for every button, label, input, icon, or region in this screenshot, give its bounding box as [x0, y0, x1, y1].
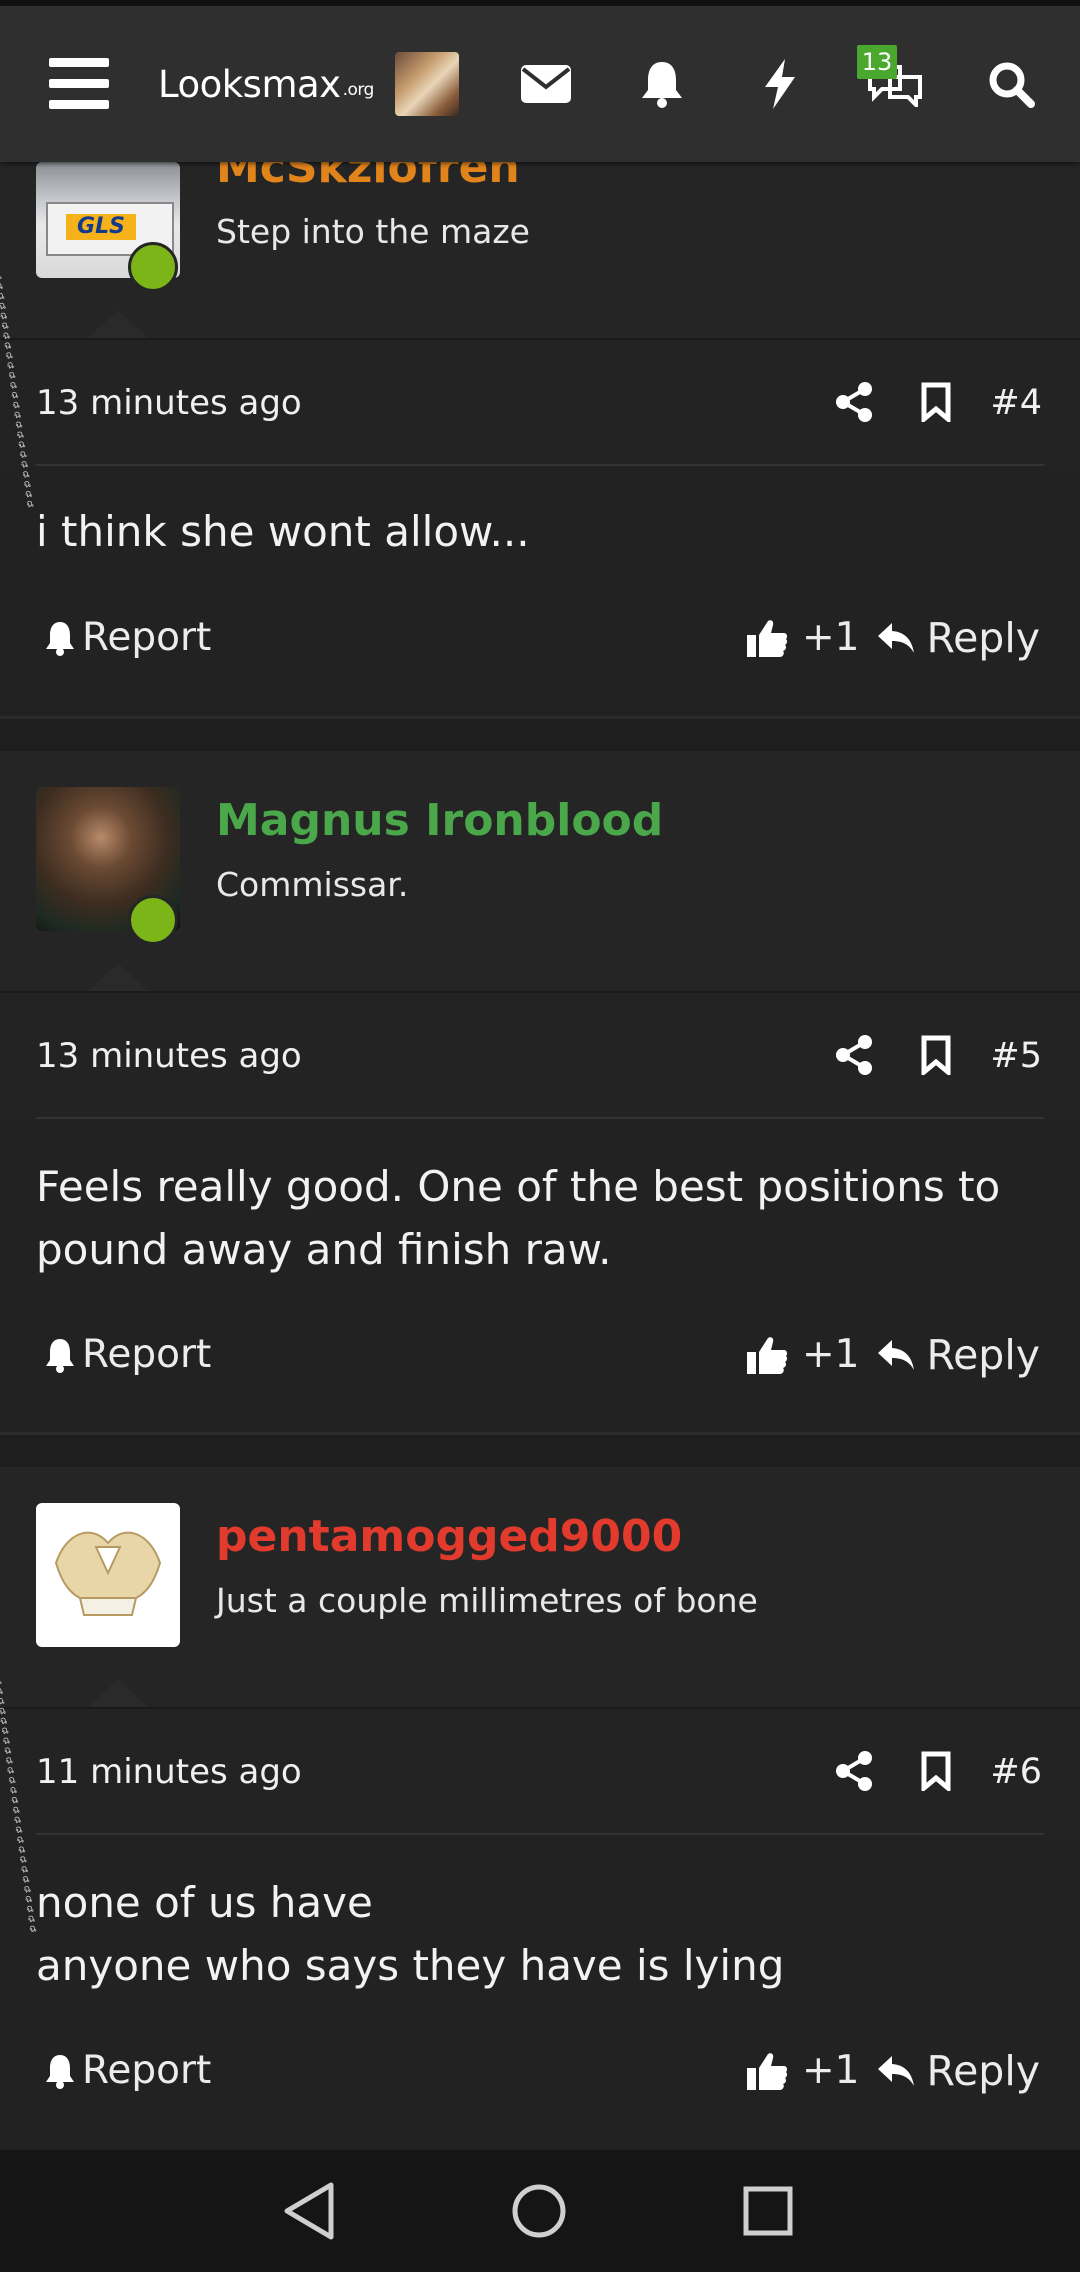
- logo-text: Looksmax: [158, 62, 341, 106]
- avatar-image: [395, 52, 459, 116]
- post-meta: 13 minutes ago #5: [0, 991, 1080, 1119]
- post-pointer: [88, 1679, 148, 1707]
- meta-divider: [36, 1833, 1044, 1835]
- post-body: none of us have anyone who says they hav…: [36, 1871, 1036, 1997]
- avatar-van-logo: GLS: [66, 214, 136, 240]
- like-count: +1: [802, 615, 860, 660]
- post-number[interactable]: #6: [990, 1709, 1042, 1835]
- post-time[interactable]: 13 minutes ago: [36, 993, 302, 1119]
- user-title: Commissar.: [216, 865, 409, 904]
- username[interactable]: pentamogged9000: [216, 1511, 682, 1562]
- thumbs-up-icon: [747, 1337, 788, 1374]
- like-count: +1: [802, 1332, 860, 1377]
- reply-icon: [878, 623, 915, 653]
- post-body-line: none of us have: [36, 1878, 373, 1927]
- post-pointer: [88, 310, 148, 338]
- post-body: Feels really good. One of the best posit…: [36, 1155, 1036, 1281]
- post-actions: Report +1 Reply: [0, 588, 1080, 688]
- thumbs-up-icon: [747, 2053, 788, 2090]
- user-avatar[interactable]: [36, 1503, 180, 1647]
- like-button[interactable]: +1: [746, 1305, 860, 1405]
- post-user-block: pentamogged9000 Just a couple millimetre…: [0, 1467, 1080, 1707]
- meta-divider: [36, 1117, 1044, 1119]
- search-icon[interactable]: [980, 6, 1042, 162]
- bell-icon: [46, 2055, 74, 2089]
- post-number[interactable]: #4: [990, 340, 1042, 466]
- conversations-badge: 13: [857, 45, 897, 79]
- site-logo[interactable]: Looksmax .org: [158, 6, 388, 162]
- reply-icon: [878, 2056, 915, 2086]
- bell-icon[interactable]: [632, 6, 692, 162]
- logo-suffix: .org: [342, 80, 375, 100]
- bookmark-icon[interactable]: [912, 1031, 960, 1079]
- top-navigation-bar: Looksmax .org 13: [0, 6, 1080, 162]
- skull-bone-image: [54, 1531, 162, 1616]
- reply-icon: [878, 1340, 915, 1370]
- post-actions: Report +1 Reply: [0, 2021, 1080, 2121]
- share-icon[interactable]: [830, 1031, 878, 1079]
- post-time[interactable]: 13 minutes ago: [36, 340, 302, 466]
- report-label: Report: [82, 615, 212, 660]
- reply-button[interactable]: Reply: [876, 1305, 1040, 1405]
- post-body-line: i think she wont allow...: [36, 507, 530, 556]
- home-icon[interactable]: [504, 2176, 574, 2246]
- bell-icon: [46, 1339, 74, 1373]
- user-title: Just a couple millimetres of bone: [216, 1581, 758, 1620]
- post-body: i think she wont allow...: [36, 500, 1036, 563]
- report-button[interactable]: Report: [44, 1305, 211, 1405]
- thumbs-up-icon: [747, 620, 788, 657]
- post-meta: 13 minutes ago #4: [0, 338, 1080, 466]
- mail-icon[interactable]: [516, 6, 576, 162]
- post-user-block: Magnus Ironblood Commissar.: [0, 751, 1080, 991]
- system-navigation-bar: [0, 2150, 1080, 2272]
- reply-label: Reply: [926, 614, 1040, 662]
- bookmark-icon[interactable]: [912, 378, 960, 426]
- menu-icon[interactable]: [38, 6, 120, 162]
- post-actions: Report +1 Reply: [0, 1305, 1080, 1405]
- account-avatar[interactable]: [394, 6, 460, 162]
- like-count: +1: [802, 2048, 860, 2093]
- report-button[interactable]: Report: [44, 588, 211, 688]
- post-time[interactable]: 11 minutes ago: [36, 1709, 302, 1835]
- like-button[interactable]: +1: [746, 2021, 860, 2121]
- report-button[interactable]: Report: [44, 2021, 211, 2121]
- post-pointer: [88, 963, 148, 991]
- post-body-line: anyone who says they have is lying: [36, 1941, 785, 1990]
- reply-button[interactable]: Reply: [876, 588, 1040, 688]
- recents-icon[interactable]: [733, 2176, 803, 2246]
- reply-label: Reply: [926, 1331, 1040, 1379]
- bolt-icon[interactable]: [752, 6, 808, 162]
- bell-icon: [46, 622, 74, 656]
- share-icon[interactable]: [830, 378, 878, 426]
- back-icon[interactable]: [274, 2176, 344, 2246]
- user-title: Step into the maze: [216, 212, 530, 251]
- post-body-line: pound away and finish raw.: [36, 1225, 612, 1274]
- post-separator: [0, 1432, 1080, 1469]
- report-label: Report: [82, 2048, 212, 2093]
- report-label: Report: [82, 1332, 212, 1377]
- reply-button[interactable]: Reply: [876, 2021, 1040, 2121]
- post-meta: 11 minutes ago #6: [0, 1707, 1080, 1835]
- post-number[interactable]: #5: [990, 993, 1042, 1119]
- username[interactable]: Magnus Ironblood: [216, 795, 663, 846]
- bookmark-icon[interactable]: [912, 1747, 960, 1795]
- post-separator: [0, 716, 1080, 753]
- post-body-line: Feels really good. One of the best posit…: [36, 1162, 1001, 1211]
- online-indicator: [128, 242, 178, 292]
- online-indicator: [128, 895, 178, 945]
- like-button[interactable]: +1: [746, 588, 860, 688]
- meta-divider: [36, 464, 1044, 466]
- share-icon[interactable]: [830, 1747, 878, 1795]
- chat-icon[interactable]: [862, 6, 928, 162]
- reply-label: Reply: [926, 2047, 1040, 2095]
- post-user-block: GLS McSkziofren Step into the maze: [0, 142, 1080, 338]
